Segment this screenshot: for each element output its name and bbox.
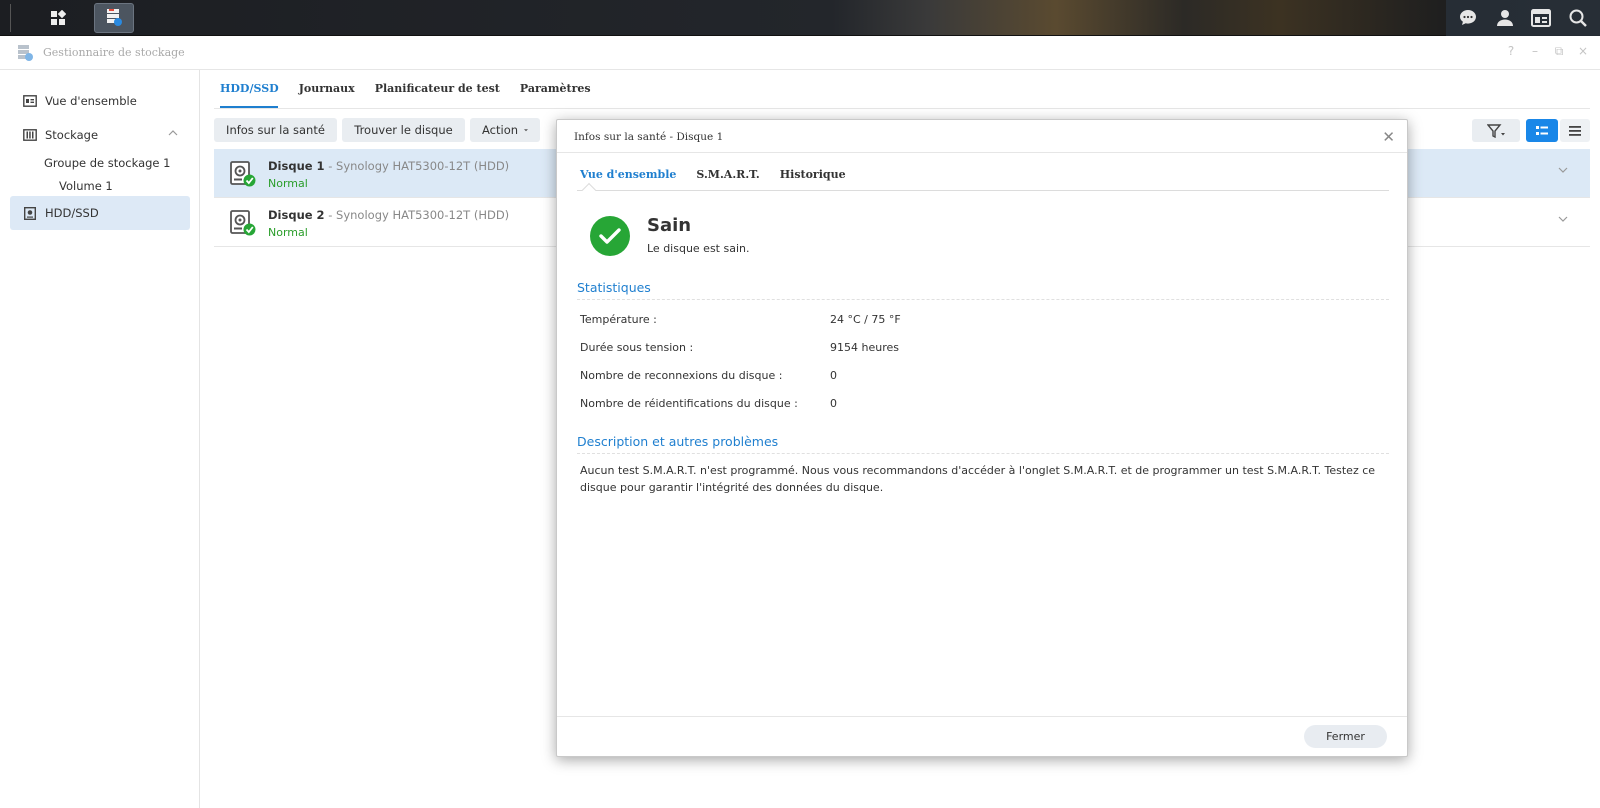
tab-history[interactable]: Historique	[780, 168, 846, 189]
stat-label-temperature: Température :	[580, 313, 657, 326]
sidebar-item-storage[interactable]: Stockage	[10, 118, 190, 152]
widgets-icon	[1531, 9, 1552, 27]
disk-separator: -	[324, 208, 337, 222]
close-icon[interactable]: ✕	[1382, 128, 1395, 146]
tab-overview[interactable]: Vue d'ensemble	[580, 168, 676, 189]
health-info-dialog: Infos sur la santé - Disque 1 ✕ Vue d'en…	[556, 119, 1408, 757]
filter-icon	[1487, 123, 1505, 138]
storage-manager-taskbar-button[interactable]	[94, 3, 134, 33]
window-title-bar: Gestionnaire de stockage ? – ⧉ ×	[0, 36, 1600, 70]
dialog-footer: Fermer	[557, 716, 1407, 756]
disk-model: Synology HAT5300-12T (HDD)	[336, 159, 510, 173]
disk-status: Normal	[268, 226, 308, 239]
disk-status: Normal	[268, 177, 308, 190]
sidebar-item-volume[interactable]: Volume 1	[59, 179, 113, 193]
stat-value-temperature: 24 °C / 75 °F	[830, 313, 901, 326]
main-tabs: HDD/SSD Journaux Planificateur de test P…	[220, 82, 591, 108]
stat-label-power-on-time: Durée sous tension :	[580, 341, 694, 354]
taskbar-separator	[10, 4, 11, 32]
sidebar-item-label: Vue d'ensemble	[45, 94, 137, 108]
dialog-tabs-divider	[577, 190, 1389, 191]
chat-button[interactable]	[1453, 3, 1483, 33]
user-icon	[1496, 10, 1513, 26]
tab-logs[interactable]: Journaux	[299, 82, 355, 108]
storage-manager-app-icon	[107, 9, 122, 26]
sidebar-item-label: HDD/SSD	[45, 206, 99, 220]
healthy-check-icon	[590, 216, 630, 256]
user-button[interactable]	[1490, 3, 1520, 33]
tab-test-scheduler[interactable]: Planificateur de test	[375, 82, 500, 108]
disk-separator: -	[324, 159, 337, 173]
window-controls: ? – ⧉ ×	[1504, 44, 1590, 59]
stat-label-reidentifications: Nombre de réidentifications du disque :	[580, 397, 798, 410]
storage-icon	[23, 128, 37, 142]
stat-label-reconnections: Nombre de reconnexions du disque :	[580, 369, 783, 382]
dialog-tabs: Vue d'ensemble S.M.A.R.T. Historique	[580, 168, 846, 189]
chevron-down-icon[interactable]	[1558, 216, 1568, 222]
health-info-button[interactable]: Infos sur la santé	[214, 118, 337, 142]
sidebar-item-overview[interactable]: Vue d'ensemble	[10, 84, 190, 118]
card-view-button[interactable]	[1526, 119, 1558, 142]
stat-value-power-on-time: 9154 heures	[830, 341, 899, 354]
main-menu-icon	[51, 10, 66, 25]
restore-button[interactable]: ⧉	[1552, 44, 1566, 59]
filter-button[interactable]	[1472, 119, 1520, 142]
list-view-button[interactable]	[1560, 119, 1590, 142]
dialog-title: Infos sur la santé - Disque 1	[574, 131, 724, 143]
disk-name: Disque 2 - Synology HAT5300-12T (HDD)	[268, 208, 509, 222]
card-view-icon	[1536, 125, 1548, 135]
disk-label: Disque 1	[268, 159, 325, 173]
close-window-button[interactable]: ×	[1576, 44, 1590, 59]
widgets-button[interactable]	[1526, 3, 1556, 33]
sidebar-item-storage-pool[interactable]: Groupe de stockage 1	[44, 156, 170, 170]
disk-name: Disque 1 - Synology HAT5300-12T (HDD)	[268, 159, 509, 173]
sidebar-item-label: Stockage	[45, 128, 99, 142]
description-heading: Description et autres problèmes	[577, 434, 779, 449]
search-button[interactable]	[1563, 3, 1593, 33]
hdd-icon	[23, 206, 37, 220]
active-tab-indicator	[220, 106, 278, 108]
hdd-healthy-icon	[230, 210, 256, 236]
close-button[interactable]: Fermer	[1304, 725, 1387, 748]
help-button[interactable]: ?	[1504, 44, 1518, 59]
dialog-header: Infos sur la santé - Disque 1 ✕	[557, 120, 1407, 153]
description-divider	[577, 453, 1389, 454]
statistics-heading: Statistiques	[577, 280, 651, 295]
action-dropdown[interactable]: Action	[470, 118, 540, 142]
tab-smart[interactable]: S.M.A.R.T.	[696, 168, 759, 189]
tab-settings[interactable]: Paramètres	[520, 82, 591, 108]
stat-value-reidentifications: 0	[830, 397, 837, 410]
tabs-divider	[214, 108, 1590, 109]
action-label: Action	[482, 123, 519, 137]
minimize-button[interactable]: –	[1528, 44, 1542, 59]
window-title: Gestionnaire de stockage	[43, 46, 185, 59]
hdd-healthy-icon	[230, 161, 256, 187]
health-status-description: Le disque est sain.	[647, 242, 750, 255]
locate-disk-button[interactable]: Trouver le disque	[342, 118, 465, 142]
stat-value-reconnections: 0	[830, 369, 837, 382]
chevron-down-icon[interactable]	[1558, 167, 1568, 173]
overview-icon	[23, 94, 37, 108]
tab-hdd-ssd[interactable]: HDD/SSD	[220, 82, 279, 108]
description-text: Aucun test S.M.A.R.T. n'est programmé. N…	[580, 464, 1376, 494]
chevron-up-icon[interactable]	[168, 130, 178, 136]
search-icon	[1569, 9, 1587, 27]
storage-manager-icon	[18, 45, 33, 61]
disk-model: Synology HAT5300-12T (HDD)	[336, 208, 510, 222]
main-menu-button[interactable]	[38, 3, 78, 33]
sidebar-item-hdd-ssd[interactable]: HDD/SSD	[10, 196, 190, 230]
health-status-title: Sain	[647, 215, 692, 236]
statistics-divider	[577, 299, 1389, 300]
disk-label: Disque 2	[268, 208, 325, 222]
taskbar-tray	[1446, 0, 1600, 36]
taskbar	[0, 0, 1600, 36]
sidebar: Vue d'ensemble Stockage Groupe de stocka…	[0, 70, 200, 808]
chat-icon	[1460, 10, 1477, 25]
caret-down-icon	[524, 128, 528, 131]
list-view-icon	[1569, 125, 1581, 136]
